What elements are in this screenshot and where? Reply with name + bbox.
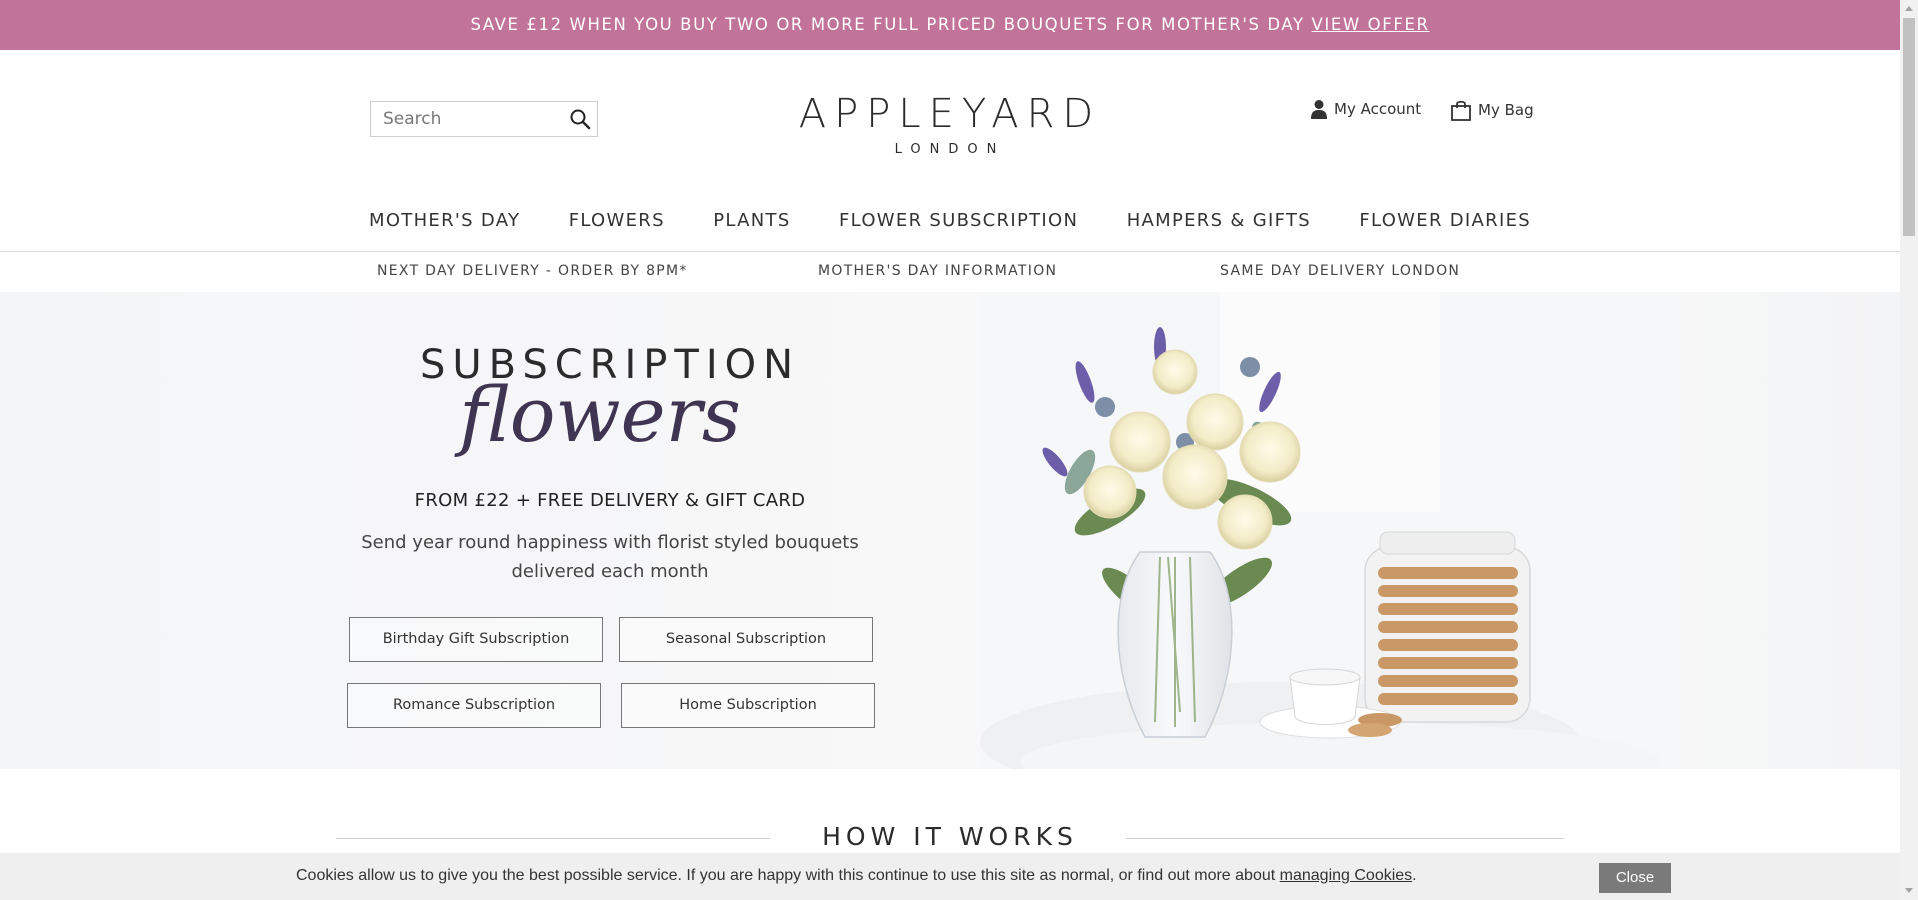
subscription-hero: SUBSCRIPTION flowers FROM £22 + FREE DEL… <box>0 292 1900 769</box>
nav-flower-diaries[interactable]: FLOWER DIARIES <box>1359 210 1531 231</box>
cookie-message: Cookies allow us to give you the best po… <box>296 867 1417 885</box>
home-subscription-button[interactable]: Home Subscription <box>621 683 875 728</box>
hero-description: Send year round happiness with florist s… <box>340 528 880 586</box>
subnav-mothers-day-info[interactable]: MOTHER'S DAY INFORMATION <box>818 263 1057 279</box>
cookie-period: . <box>1412 867 1417 884</box>
bouquet-photo <box>980 292 1680 769</box>
hero-description-line1: Send year round happiness with florist s… <box>361 532 859 553</box>
shopping-bag-icon <box>1451 100 1471 121</box>
subnav-next-day-delivery[interactable]: NEXT DAY DELIVERY - ORDER BY 8PM* <box>377 263 688 279</box>
user-icon <box>1311 100 1327 119</box>
cookie-text: Cookies allow us to give you the best po… <box>296 867 1276 884</box>
nav-mothers-day[interactable]: MOTHER'S DAY <box>369 210 520 231</box>
view-offer-link[interactable]: VIEW OFFER <box>1312 15 1430 34</box>
promo-text: SAVE £12 WHEN YOU BUY TWO OR MORE FULL P… <box>470 15 1305 34</box>
seasonal-subscription-button[interactable]: Seasonal Subscription <box>619 617 873 662</box>
hero-price: FROM £22 + FREE DELIVERY & GIFT CARD <box>414 490 806 511</box>
birthday-gift-subscription-button[interactable]: Birthday Gift Subscription <box>349 617 603 662</box>
my-bag-link[interactable]: My Bag <box>1450 99 1534 121</box>
scroll-up-arrow-icon[interactable] <box>1905 6 1913 11</box>
my-account-label: My Account <box>1334 100 1422 118</box>
nav-plants[interactable]: PLANTS <box>713 210 790 231</box>
logo-city: LONDON <box>894 142 1006 157</box>
search-box <box>370 101 598 137</box>
romance-subscription-button[interactable]: Romance Subscription <box>347 683 601 728</box>
scroll-down-arrow-icon[interactable] <box>1905 888 1913 893</box>
scrollbar-thumb[interactable] <box>1903 18 1915 236</box>
managing-cookies-link[interactable]: managing Cookies <box>1280 867 1413 884</box>
site-logo[interactable]: APPLEYARD LONDON <box>780 92 1120 157</box>
nav-flower-subscription[interactable]: FLOWER SUBSCRIPTION <box>839 210 1078 231</box>
nav-hampers-gifts[interactable]: HAMPERS & GIFTS <box>1127 210 1311 231</box>
hero-description-line2: delivered each month <box>511 561 709 582</box>
search-input[interactable] <box>371 102 575 136</box>
cookie-banner: Cookies allow us to give you the best po… <box>0 853 1900 900</box>
my-account-link[interactable]: My Account <box>1310 99 1421 119</box>
cookie-close-button[interactable]: Close <box>1599 863 1671 893</box>
nav-flowers[interactable]: FLOWERS <box>569 210 665 231</box>
page-scrollbar[interactable] <box>1900 0 1918 900</box>
subnav-same-day-delivery[interactable]: SAME DAY DELIVERY LONDON <box>1220 263 1460 279</box>
main-navigation: MOTHER'S DAY FLOWERS PLANTS FLOWER SUBSC… <box>369 210 1531 231</box>
promo-banner: SAVE £12 WHEN YOU BUY TWO OR MORE FULL P… <box>0 0 1900 50</box>
delivery-info-bar: NEXT DAY DELIVERY - ORDER BY 8PM* MOTHER… <box>0 251 1900 293</box>
hero-script-title: flowers <box>459 370 741 459</box>
my-bag-label: My Bag <box>1478 101 1534 119</box>
search-icon[interactable] <box>569 108 591 130</box>
how-it-works-title: HOW IT WORKS <box>822 822 1078 851</box>
logo-name: APPLEYARD <box>798 91 1102 137</box>
